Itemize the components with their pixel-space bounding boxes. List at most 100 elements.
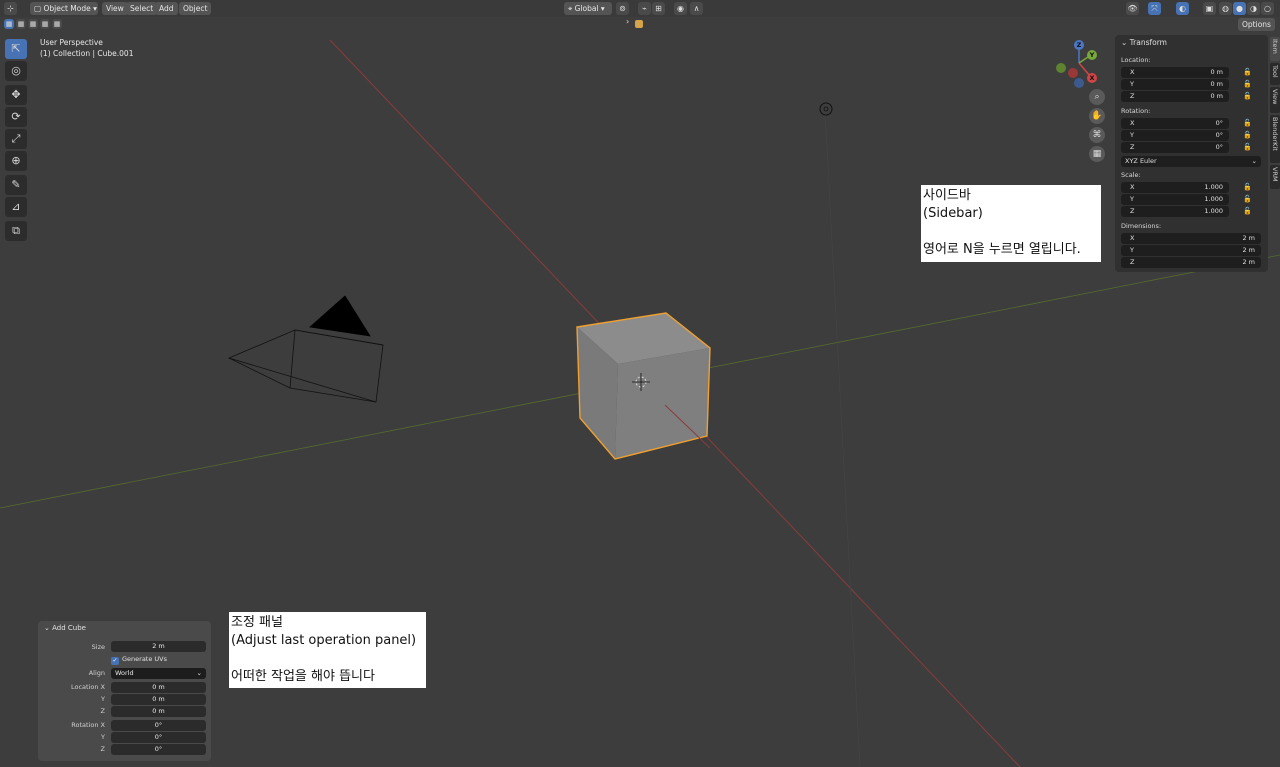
align-dropdown[interactable]: World ⌄ <box>111 668 206 679</box>
proportional-edit-icon[interactable]: ◉ <box>674 2 687 15</box>
transform-icon[interactable]: ⊕ <box>5 151 27 171</box>
shading-solid-icon[interactable]: ● <box>1233 2 1246 15</box>
transform-panel-header[interactable]: ⌄ Transform <box>1121 38 1167 47</box>
camera-view-icon[interactable]: ⌘ <box>1089 127 1105 143</box>
chevron-down-icon: ⌄ <box>1251 157 1257 165</box>
editor-type-icon[interactable]: ⊹ <box>4 2 17 15</box>
gizmo-toggle-icon[interactable]: ⤧ <box>1148 2 1161 15</box>
select-box-icon[interactable]: ⇱ <box>5 39 27 59</box>
pan-hand-icon[interactable]: ✋ <box>1089 108 1105 124</box>
menu-object[interactable]: Object <box>179 2 212 15</box>
rotation-z-label: Z <box>100 745 105 753</box>
sidebar-annotation: 사이드바 (Sidebar) 영어로 N을 누르면 열립니다. <box>921 185 1101 262</box>
overlay-toggle-icon[interactable]: ◐ <box>1176 2 1189 15</box>
note-line: 조정 패널 <box>231 615 283 630</box>
axis-label: Y <box>1130 195 1134 203</box>
field-value: 2 m <box>1242 258 1255 266</box>
select-extend-icon[interactable]: ▦ <box>16 19 26 29</box>
shading-wireframe-icon[interactable]: ◍ <box>1219 2 1232 15</box>
location-y-field[interactable]: Y 0 m <box>1121 79 1229 90</box>
gizmo-neg-y-icon[interactable] <box>1056 63 1066 73</box>
zoom-icon[interactable]: ⌕ <box>1089 89 1105 105</box>
shading-material-icon[interactable]: ◑ <box>1247 2 1260 15</box>
tab-view[interactable]: View <box>1270 87 1280 113</box>
dimensions-z-field[interactable]: Z 2 m <box>1121 257 1261 268</box>
rotation-mode-dropdown[interactable]: XYZ Euler ⌄ <box>1121 156 1261 167</box>
add-cube-panel-header[interactable]: ⌄ Add Cube <box>44 624 86 632</box>
lock-icon[interactable]: 🔓 <box>1243 119 1252 128</box>
gizmo-neg-z-icon[interactable] <box>1074 78 1084 88</box>
navigation-gizmo[interactable]: Z Y X <box>1054 38 1104 88</box>
location-x-field[interactable]: 0 m <box>111 682 206 693</box>
lock-icon[interactable]: 🔓 <box>1243 80 1252 89</box>
gizmo-y-icon[interactable]: Y <box>1087 50 1097 60</box>
dimensions-y-field[interactable]: Y 2 m <box>1121 245 1261 256</box>
chevron-down-icon: ⌄ <box>1121 38 1130 47</box>
cursor-icon[interactable]: ◎ <box>5 61 27 81</box>
move-icon[interactable]: ✥ <box>5 85 27 105</box>
lock-icon[interactable]: 🔓 <box>1243 207 1252 216</box>
proportional-falloff-icon[interactable]: ∧ <box>690 2 703 15</box>
visibility-icon[interactable]: 👁 <box>1126 2 1139 15</box>
lock-icon[interactable]: 🔓 <box>1243 195 1252 204</box>
xray-icon[interactable]: ▣ <box>1203 2 1216 15</box>
generate-uvs-checkbox[interactable]: ✓ Generate UVs <box>111 655 167 665</box>
dimensions-x-field[interactable]: X 2 m <box>1121 233 1261 244</box>
rotate-icon[interactable]: ⟳ <box>5 107 27 127</box>
scale-x-field[interactable]: X 1.000 <box>1121 182 1229 193</box>
snap-target-icon[interactable]: ⊞ <box>652 2 665 15</box>
gizmo-neg-x-icon[interactable] <box>1068 68 1078 78</box>
lock-icon[interactable]: 🔓 <box>1243 92 1252 101</box>
rotation-x-field[interactable]: X 0° <box>1121 118 1229 129</box>
rotation-x-field[interactable]: 0° <box>111 720 206 731</box>
add-cube-icon[interactable]: ⧉ <box>5 221 27 241</box>
pivot-icon[interactable]: ⊚ <box>616 2 629 15</box>
menu-view[interactable]: View <box>102 2 128 15</box>
rotation-y-field[interactable]: 0° <box>111 732 206 743</box>
tab-vrm[interactable]: VRM <box>1270 165 1280 189</box>
field-value: 0° <box>1215 143 1223 151</box>
location-y-field[interactable]: 0 m <box>111 694 206 705</box>
tab-label: Tool <box>1271 65 1279 78</box>
rotation-y-field[interactable]: Y 0° <box>1121 130 1229 141</box>
location-x-field[interactable]: X 0 m <box>1121 67 1229 78</box>
select-invert-icon[interactable]: ▦ <box>40 19 50 29</box>
rotation-z-field[interactable]: 0° <box>111 744 206 755</box>
perspective-label: User Perspective <box>40 38 103 47</box>
field-value: 1.000 <box>1204 183 1223 191</box>
select-subtract-icon[interactable]: ▦ <box>28 19 38 29</box>
scale-y-field[interactable]: Y 1.000 <box>1121 194 1229 205</box>
transform-orientation-dropdown[interactable]: ⌖ Global ▾ <box>564 2 612 15</box>
tab-blenderkit[interactable]: BlenderKit <box>1270 115 1280 163</box>
size-field[interactable]: 2 m <box>111 641 206 652</box>
select-new-icon[interactable]: ▦ <box>4 19 14 29</box>
lock-icon[interactable]: 🔓 <box>1243 183 1252 192</box>
scale-z-field[interactable]: Z 1.000 <box>1121 206 1229 217</box>
chevron-right-icon[interactable]: › <box>626 17 629 26</box>
menu-select[interactable]: Select <box>126 2 158 15</box>
lock-icon[interactable]: 🔓 <box>1243 131 1252 140</box>
gizmo-z-icon[interactable]: Z <box>1074 40 1084 50</box>
generate-uvs-label: Generate UVs <box>122 655 168 663</box>
menu-add[interactable]: Add <box>155 2 178 15</box>
lock-icon[interactable]: 🔓 <box>1243 143 1252 152</box>
rotation-z-field[interactable]: Z 0° <box>1121 142 1229 153</box>
tab-item[interactable]: Item <box>1270 37 1280 61</box>
gizmo-x-icon[interactable]: X <box>1087 73 1097 83</box>
select-intersect-icon[interactable]: ▦ <box>52 19 62 29</box>
location-z-field[interactable]: 0 m <box>111 706 206 717</box>
ortho-grid-icon[interactable]: ▦ <box>1089 146 1105 162</box>
annotate-icon[interactable]: ✎ <box>5 175 27 195</box>
field-value: 0 m <box>1210 68 1223 76</box>
lock-icon[interactable]: 🔓 <box>1243 68 1252 77</box>
measure-icon[interactable]: ⊿ <box>5 197 27 217</box>
axis-label: X <box>1130 119 1135 127</box>
addon-icon[interactable] <box>635 20 643 28</box>
mode-dropdown[interactable]: ▢ Object Mode ▾ <box>30 2 98 15</box>
snap-icon[interactable]: ⌁ <box>638 2 651 15</box>
shading-rendered-icon[interactable]: ○ <box>1261 2 1274 15</box>
scale-icon[interactable]: ⤢ <box>5 129 27 149</box>
location-z-field[interactable]: Z 0 m <box>1121 91 1229 102</box>
options-button[interactable]: Options <box>1238 18 1275 31</box>
tab-tool[interactable]: Tool <box>1270 63 1280 85</box>
